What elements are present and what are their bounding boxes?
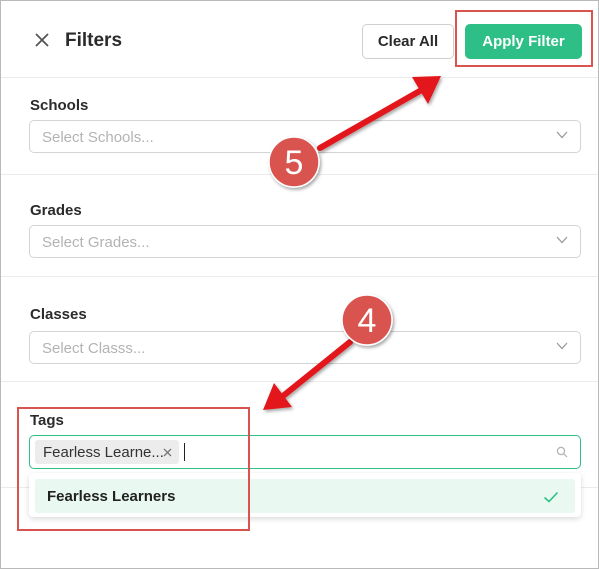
chevron-down-icon [556,131,568,139]
remove-tag-icon[interactable] [163,448,172,457]
tag-chip-label: Fearless Learne... [43,444,164,461]
apply-filter-button[interactable]: Apply Filter [465,24,582,59]
search-icon [556,446,568,458]
filters-header: Filters Clear All Apply Filter [1,1,598,78]
classes-placeholder: Select Classs... [42,340,146,357]
tags-input[interactable]: Fearless Learne... [29,435,581,469]
schools-section: Schools Select Schools... [1,78,598,175]
tag-chip: Fearless Learne... [35,440,179,464]
chevron-down-icon [556,236,568,244]
tags-dropdown: Fearless Learners [29,473,581,517]
classes-select[interactable]: Select Classs... [29,331,581,364]
close-icon[interactable] [33,31,51,49]
panel-title: Filters [65,30,123,51]
schools-placeholder: Select Schools... [42,129,154,146]
schools-select[interactable]: Select Schools... [29,120,581,153]
text-cursor [184,443,185,461]
filters-panel: Filters Clear All Apply Filter Schools S… [0,0,599,569]
tag-option-label: Fearless Learners [47,488,176,505]
grades-placeholder: Select Grades... [42,234,150,251]
grades-label: Grades [30,202,82,219]
tag-option-fearless-learners[interactable]: Fearless Learners [35,479,575,513]
classes-section: Classes Select Classs... [1,277,598,382]
clear-all-button[interactable]: Clear All [362,24,454,59]
grades-select[interactable]: Select Grades... [29,225,581,258]
chevron-down-icon [556,342,568,350]
tags-label: Tags [30,412,64,429]
check-icon [543,491,559,503]
grades-section: Grades Select Grades... [1,175,598,277]
classes-label: Classes [30,306,87,323]
schools-label: Schools [30,97,89,114]
